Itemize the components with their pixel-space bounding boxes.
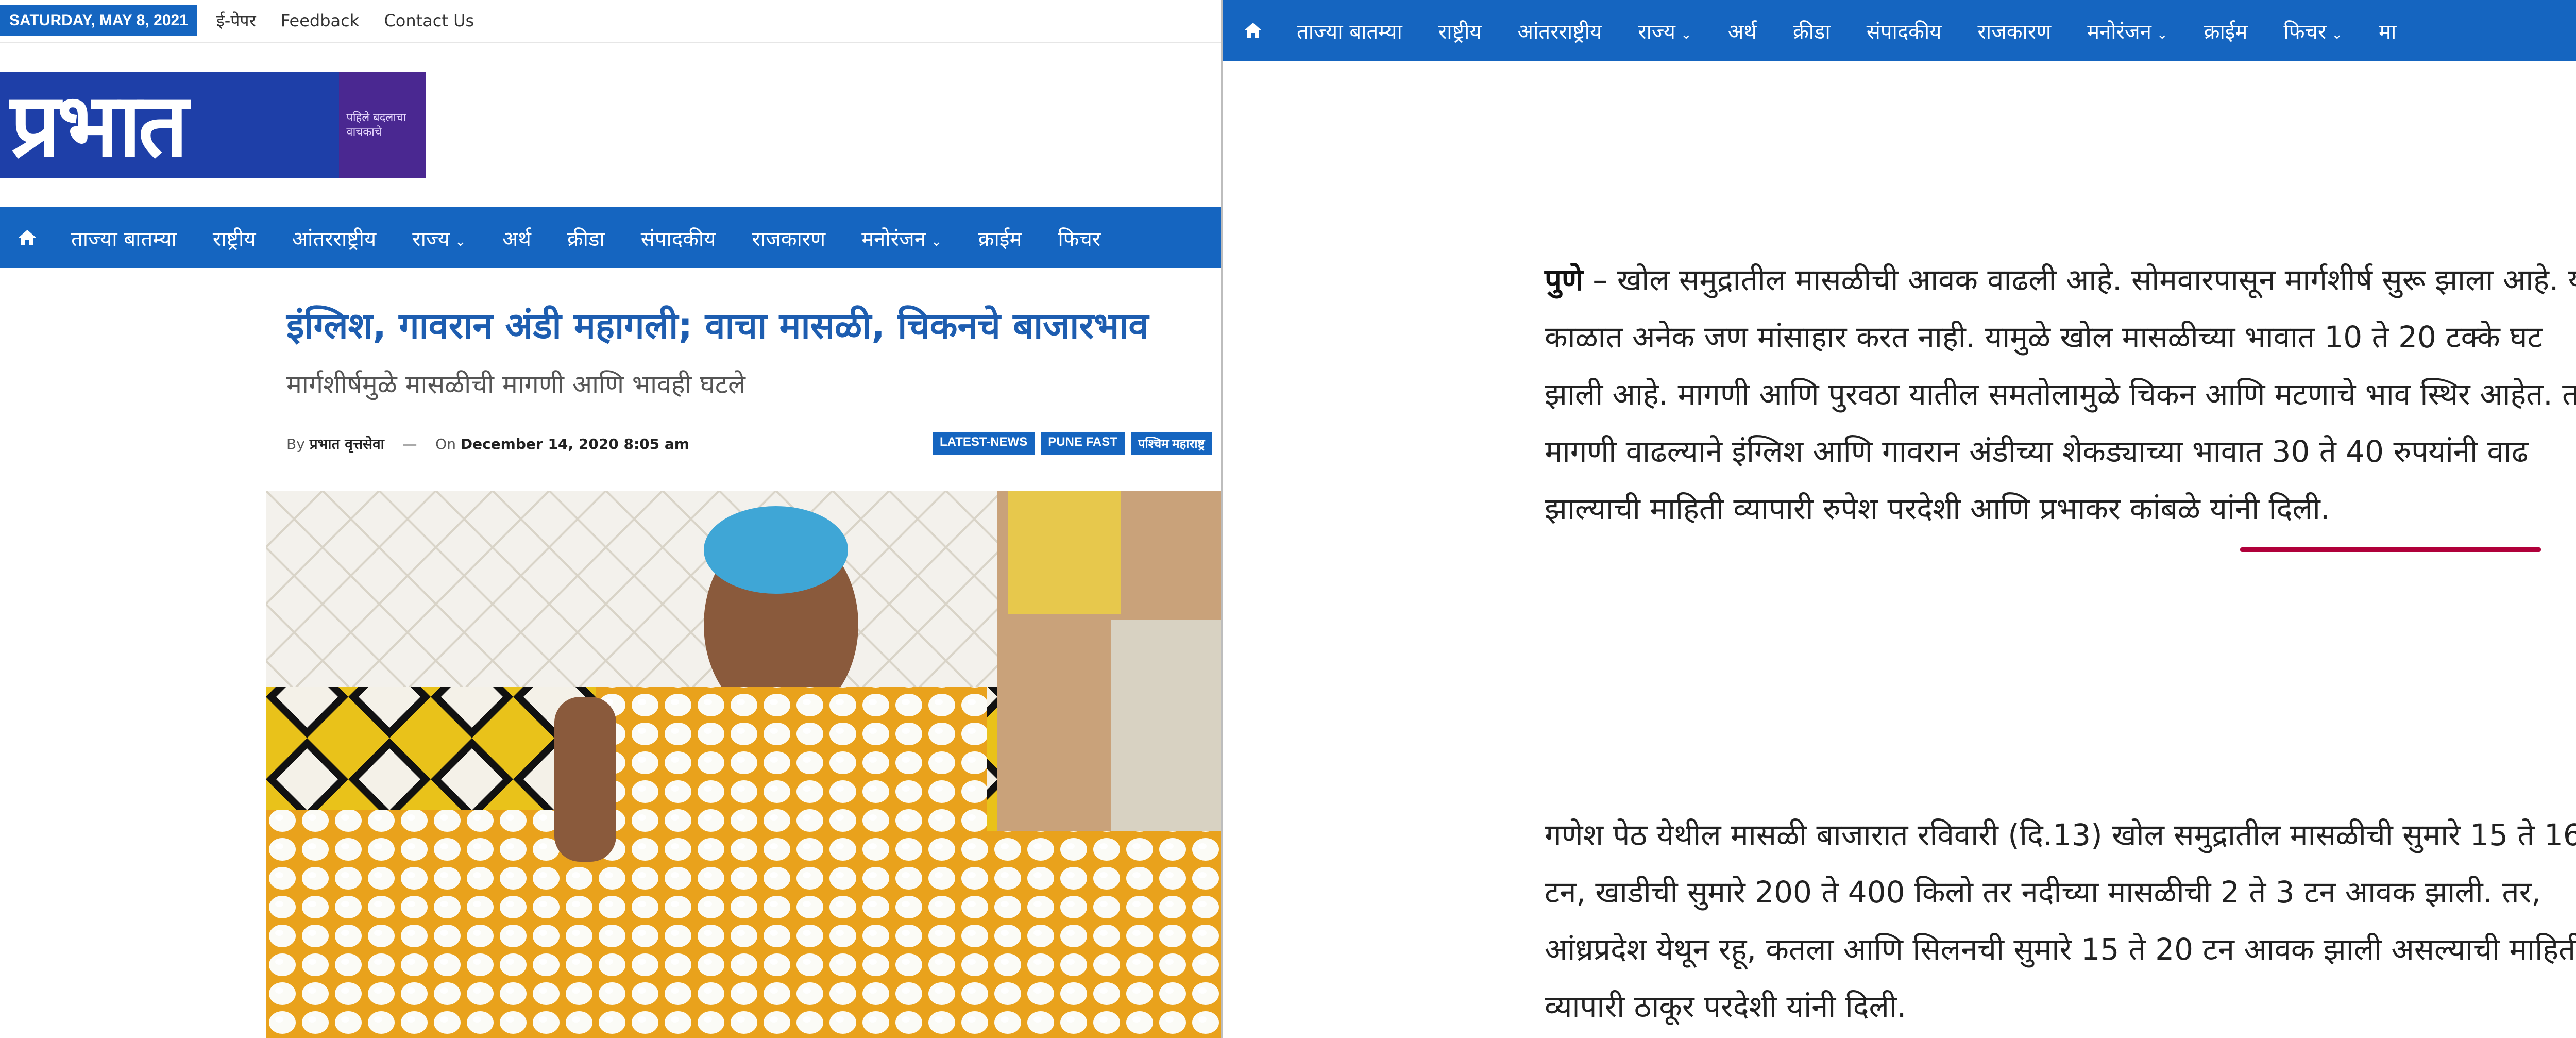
tag-list: LATEST-NEWS PUNE FAST पश्चिम महाराष्ट्र <box>933 432 1212 455</box>
panel-divider <box>1221 0 1223 1038</box>
paragraph-1-text: – खोल समुद्रातील मासळीची आवक वाढली आहे. … <box>1545 262 2576 526</box>
article-paragraph-1: पुणे – खोल समुद्रातील मासळीची आवक वाढली … <box>1545 252 2576 538</box>
nav-entertainment-label: मनोरंजन <box>2087 20 2151 44</box>
site-logo[interactable]: प्रभात पहिले बदलाचा वाचकाचे <box>0 72 426 178</box>
nav-editorial[interactable]: संपादकीय <box>641 224 716 252</box>
top-bar: SATURDAY, MAY 8, 2021 ई-पेपर Feedback Co… <box>0 0 1221 43</box>
left-screenshot: SATURDAY, MAY 8, 2021 ई-पेपर Feedback Co… <box>0 0 1221 1038</box>
article-paragraph-2: गणेश पेठ येथील मासळी बाजारात रविवारी (दि… <box>1545 817 2576 1024</box>
nav-state[interactable]: राज्य ⌄ <box>1638 16 1692 45</box>
nav-politics[interactable]: राजकारण <box>1977 16 2051 45</box>
nav-national[interactable]: राष्ट्रीय <box>213 224 256 252</box>
nav-editorial[interactable]: संपादकीय <box>1867 16 1942 45</box>
nav-feature-label: फिचर <box>2283 20 2327 44</box>
top-links: ई-पेपर Feedback Contact Us <box>216 9 494 31</box>
tag-latest-news[interactable]: LATEST-NEWS <box>933 432 1035 455</box>
nav-entertainment[interactable]: मनोरंजन ⌄ <box>861 224 942 252</box>
article-subhead: मार्गशीर्षमुळे मासळीची मागणी आणि भावही घ… <box>286 370 745 399</box>
chevron-down-icon: ⌄ <box>930 233 942 249</box>
feedback-link[interactable]: Feedback <box>281 11 359 30</box>
main-nav: ताज्या बातम्या राष्ट्रीय आंतरराष्ट्रीय र… <box>0 207 1221 268</box>
dateline: पुणे <box>1545 262 1583 297</box>
nav-feature[interactable]: फिचर ⌄ <box>2283 16 2343 45</box>
nav-entertainment[interactable]: मनोरंजन ⌄ <box>2087 16 2168 45</box>
byline-date: December 14, 2020 8:05 am <box>460 436 689 453</box>
chevron-down-icon: ⌄ <box>2331 26 2343 42</box>
chevron-down-icon: ⌄ <box>2156 26 2168 42</box>
byline-author[interactable]: प्रभात वृत्तसेवा <box>310 436 384 453</box>
logo-wordmark: प्रभात <box>0 72 340 178</box>
nav-sports[interactable]: क्रीडा <box>567 224 605 252</box>
nav-economy[interactable]: अर्थ <box>1728 16 1757 45</box>
byline-by: By <box>286 436 305 453</box>
nav-international[interactable]: आंतरराष्ट्रीय <box>292 224 377 252</box>
home-icon[interactable] <box>18 229 37 246</box>
nav-entertainment-label: मनोरंजन <box>861 227 926 251</box>
nav-crime[interactable]: क्राईम <box>978 224 1022 252</box>
egg-vendor-illustration <box>266 491 1221 1038</box>
nav-state[interactable]: राज्य ⌄ <box>412 224 466 252</box>
nav-crime[interactable]: क्राईम <box>2204 16 2248 45</box>
nav-state-label: राज्य <box>1638 20 1676 44</box>
logo-tagline: पहिले बदलाचा वाचकाचे <box>346 111 406 139</box>
chevron-down-icon: ⌄ <box>1681 26 1692 42</box>
contact-link[interactable]: Contact Us <box>384 11 474 30</box>
article-photo <box>266 491 1221 1038</box>
nav-feature[interactable]: फिचर <box>1058 224 1100 252</box>
nav-state-label: राज्य <box>412 227 450 251</box>
nav-national[interactable]: राष्ट्रीय <box>1438 16 1482 45</box>
nav-politics[interactable]: राजकारण <box>752 224 825 252</box>
nav-latest[interactable]: ताज्या बातम्या <box>1297 16 1402 45</box>
highlight-underline <box>2240 547 2541 552</box>
chevron-down-icon: ⌄ <box>455 233 466 249</box>
right-nav: ताज्या बातम्या राष्ट्रीय आंतरराष्ट्रीय र… <box>1223 0 2576 61</box>
date-badge: SATURDAY, MAY 8, 2021 <box>0 5 197 36</box>
nav-sports[interactable]: क्रीडा <box>1793 16 1831 45</box>
epaper-link[interactable]: ई-पेपर <box>216 11 256 30</box>
tag-pune-fast[interactable]: PUNE FAST <box>1041 432 1125 455</box>
nav-latest[interactable]: ताज्या बातम्या <box>71 224 177 252</box>
byline-separator: — <box>402 436 417 453</box>
home-icon[interactable] <box>1243 22 1263 39</box>
nav-international[interactable]: आंतरराष्ट्रीय <box>1518 16 1602 45</box>
tag-west-maharashtra[interactable]: पश्चिम महाराष्ट्र <box>1130 432 1212 455</box>
article-headline: इंग्लिश, गावरान अंडी महागली; वाचा मासळी,… <box>286 305 1149 347</box>
nav-economy[interactable]: अर्थ <box>502 224 531 252</box>
byline: By प्रभात वृत्तसेवा — On December 14, 20… <box>286 434 689 454</box>
byline-on: On <box>435 436 456 453</box>
nav-overflow[interactable]: मा <box>2379 16 2396 45</box>
